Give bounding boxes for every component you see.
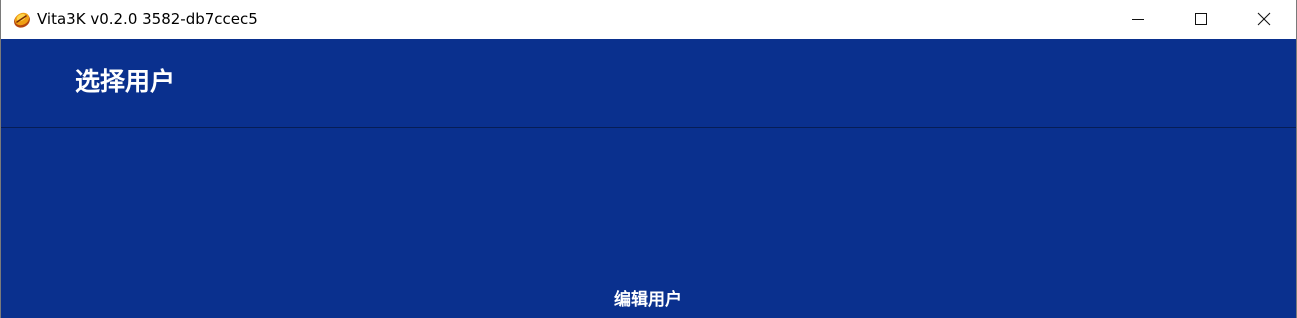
page-header: 选择用户 xyxy=(1,39,1296,128)
title-bar[interactable]: Vita3K v0.2.0 3582-db7ccec5 xyxy=(1,0,1296,38)
minimize-button[interactable] xyxy=(1115,0,1161,38)
maximize-button[interactable] xyxy=(1178,0,1224,38)
close-icon xyxy=(1257,12,1271,26)
user-selection-screen: 选择用户 编辑用户 xyxy=(1,39,1296,318)
close-button[interactable] xyxy=(1241,0,1287,38)
vita3k-logo-icon xyxy=(12,9,32,29)
window-title: Vita3K v0.2.0 3582-db7ccec5 xyxy=(37,10,258,28)
maximize-icon xyxy=(1194,12,1208,26)
minimize-icon xyxy=(1131,12,1145,26)
edit-user-button[interactable]: 编辑用户 xyxy=(599,285,697,315)
page-title: 选择用户 xyxy=(75,67,176,96)
app-window: Vita3K v0.2.0 3582-db7ccec5 选择用户 编辑用户 xyxy=(0,0,1297,318)
